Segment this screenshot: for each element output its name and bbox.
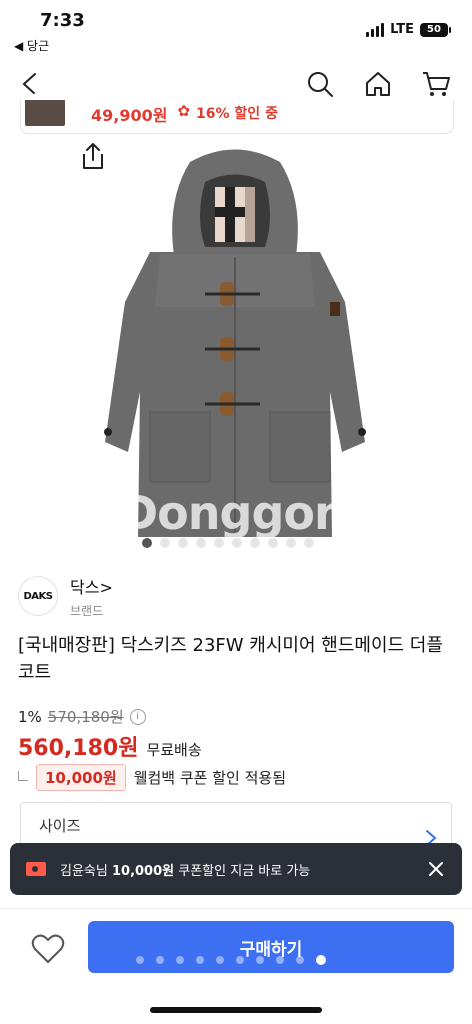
signal-icon	[366, 22, 385, 37]
discount-row: 1% 570,180원 i	[18, 706, 146, 727]
pagination-dot	[196, 538, 206, 548]
battery-icon: 50	[420, 22, 451, 37]
coupon-toast[interactable]: 김윤숙님 10,000원 쿠폰할인 지금 바로 가능	[10, 843, 462, 895]
product-image-gallery[interactable]: Donggone	[0, 136, 472, 556]
discount-percent: 1%	[18, 707, 42, 726]
search-button[interactable]	[302, 66, 338, 102]
share-icon[interactable]	[80, 142, 106, 170]
pagination-dot	[250, 538, 260, 548]
toast-message: 김윤숙님 10,000원 쿠폰할인 지금 바로 가능	[60, 863, 311, 879]
status-indicators: LTE 50	[366, 22, 451, 37]
pagination-dot	[136, 956, 144, 964]
promo-thumbnail	[25, 100, 65, 126]
pagination-dot	[178, 538, 188, 548]
cart-button[interactable]	[418, 66, 454, 102]
pagination-dot	[176, 956, 184, 964]
sale-price: 560,180원	[18, 736, 139, 761]
pagination-dot	[236, 956, 244, 964]
gallery-pagination	[142, 538, 314, 548]
promo-price: 49,900원	[91, 106, 168, 125]
pagination-dot	[268, 538, 278, 548]
bottom-bar: 구매하기	[0, 908, 472, 1024]
pagination-dot	[256, 956, 264, 964]
product-image	[104, 149, 366, 537]
home-icon	[366, 72, 390, 96]
product-title: [국내매장판] 닥스키즈 23FW 캐시미어 핸드메이드 더플 코트	[18, 635, 443, 683]
pagination-dot	[304, 538, 314, 548]
status-time: 7:33	[40, 10, 85, 31]
pagination-dot	[232, 538, 242, 548]
cart-icon	[423, 72, 450, 96]
buy-button[interactable]: 구매하기	[88, 921, 454, 973]
pagination-dot	[214, 538, 224, 548]
pagination-dot	[286, 538, 296, 548]
pagination-dot	[160, 538, 170, 548]
original-price: 570,180원	[47, 708, 124, 726]
price-row: 560,180원 무료배송	[18, 730, 202, 762]
brand-logo: DAKS	[18, 576, 58, 616]
home-button[interactable]	[360, 66, 396, 102]
status-bar: 7:33 ◀ 당근 LTE 50	[0, 0, 472, 60]
brand-caption: 브랜드	[70, 603, 104, 618]
promo-banner[interactable]: 49,900원 ✿ 16% 할인 중	[20, 100, 454, 134]
search-icon	[308, 72, 333, 97]
back-to-app-link[interactable]: ◀ 당근	[14, 37, 49, 54]
pagination-dot	[216, 956, 224, 964]
network-label: LTE	[390, 22, 414, 37]
brand-row[interactable]: DAKS 닥스> 브랜드	[18, 574, 448, 618]
shipping-label: 무료배송	[146, 741, 202, 759]
pagination-dot	[296, 956, 304, 964]
indent-corner	[18, 770, 28, 781]
coupon-row: 10,000원 웰컴백 쿠폰 할인 적용됨	[18, 764, 286, 791]
size-label: 사이즈	[39, 817, 81, 835]
discount-flower-icon: ✿	[177, 102, 191, 120]
coupon-description: 웰컴백 쿠폰 할인 적용됨	[133, 769, 286, 787]
ticket-icon	[26, 862, 46, 876]
heart-icon[interactable]	[30, 931, 66, 967]
coupon-badge: 10,000원	[36, 764, 126, 791]
pagination-dot	[196, 956, 204, 964]
pagination-dot	[142, 538, 152, 548]
promo-discount: 16% 할인 중	[196, 106, 278, 122]
brand-name[interactable]: 닥스>	[70, 574, 113, 598]
info-icon[interactable]: i	[129, 708, 146, 725]
watermark-text: Donggone	[120, 486, 377, 540]
close-icon[interactable]	[428, 861, 444, 877]
home-indicator	[150, 1007, 322, 1013]
pagination-dot	[316, 955, 326, 965]
pagination-dot	[156, 956, 164, 964]
bottom-pagination	[136, 955, 326, 965]
pagination-dot	[276, 956, 284, 964]
